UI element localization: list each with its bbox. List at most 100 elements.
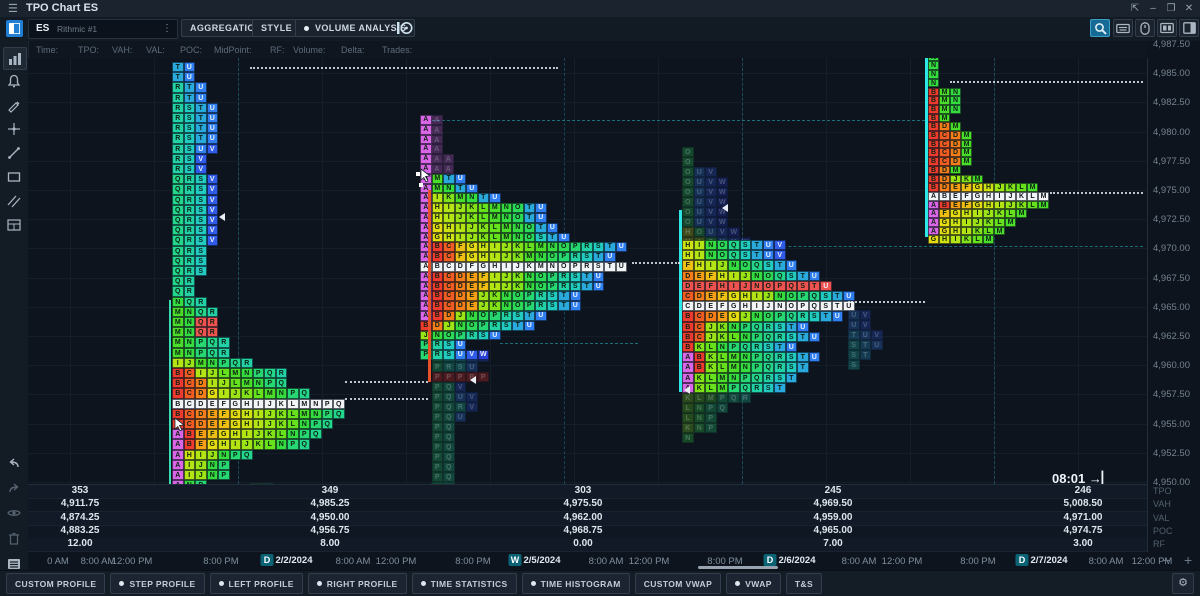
settings-gear-icon[interactable]: ⚙	[1172, 573, 1194, 594]
tpo-cell: K	[694, 373, 706, 383]
replay-icon[interactable]	[1157, 19, 1177, 37]
tpo-cell: D	[705, 311, 717, 321]
menu-icon[interactable]: ☰	[8, 2, 18, 15]
ghost-tpo-cell: V	[871, 330, 883, 340]
tpo-cell: J	[264, 419, 276, 429]
tpo-cell: J	[195, 460, 207, 470]
right-panel-icon[interactable]	[1179, 19, 1199, 37]
tpo-cell: S	[195, 195, 207, 205]
time-statistics-button[interactable]: TIME STATISTICS	[412, 573, 517, 594]
go-to-realtime-icon[interactable]: →▏	[1085, 471, 1112, 484]
style-button[interactable]: STYLE	[252, 19, 301, 37]
eye-icon[interactable]	[3, 503, 25, 524]
custom-vwap-button[interactable]: CUSTOM VWAP	[635, 573, 721, 594]
tpo-cell: A	[420, 144, 432, 154]
redo-icon[interactable]	[3, 478, 25, 499]
tpo-cell: Q	[172, 256, 184, 266]
panel-layout-icon[interactable]	[6, 20, 23, 37]
tpo-poc-cell: L	[1027, 192, 1038, 201]
tpo-cell: M	[195, 358, 207, 368]
tpo-cell: E	[466, 272, 478, 282]
restore-icon[interactable]: ❐	[1164, 3, 1178, 14]
tpo-cell: Q	[728, 250, 740, 260]
undo-icon[interactable]	[3, 453, 25, 474]
fullscreen-icon[interactable]: ⇱	[1128, 3, 1142, 14]
keyboard-icon[interactable]	[1113, 19, 1133, 37]
price-label: 4,987.50	[1153, 39, 1190, 50]
tpo-cell: U	[535, 213, 547, 223]
tpo-cell: P	[195, 337, 207, 347]
ghost-tpo-cell: Q	[443, 392, 455, 402]
stats-row-label: TPO	[1153, 486, 1172, 496]
tpo-cell: J	[253, 429, 265, 439]
price-axis[interactable]: 4,987.504,985.004,982.504,980.004,977.50…	[1147, 58, 1200, 552]
tpo-cell: U	[207, 123, 219, 133]
minimize-icon[interactable]: –	[1146, 3, 1160, 14]
symbol-selector[interactable]: ES Rithmic #1 ⋮	[28, 19, 178, 39]
time-histogram-button[interactable]: TIME HISTOGRAM	[522, 573, 630, 594]
tpo-cell: M	[961, 131, 972, 140]
draw-icon[interactable]	[3, 95, 25, 116]
trend-line-icon[interactable]	[3, 143, 25, 164]
tpo-cell: K	[972, 227, 983, 236]
ghost-tpo-cell: P	[478, 372, 490, 382]
step-profile-button[interactable]: STEP PROFILE	[110, 573, 204, 594]
trash-icon[interactable]	[3, 528, 25, 549]
right-profile-button[interactable]: RIGHT PROFILE	[308, 573, 407, 594]
tpo-cell: E	[950, 201, 961, 210]
tpo-cell: K	[705, 362, 717, 372]
tpo-cell: V	[195, 154, 207, 164]
left-profile-button[interactable]: LEFT PROFILE	[210, 573, 303, 594]
vwap-button[interactable]: VWAP	[726, 573, 781, 594]
tpo-cell: N	[241, 368, 253, 378]
data-table-icon[interactable]	[3, 215, 25, 236]
magnifier-icon[interactable]	[1090, 19, 1110, 37]
tpo-cell: N	[501, 301, 513, 311]
zoom-out-button[interactable]: −	[1162, 552, 1170, 568]
rectangle-icon[interactable]	[3, 167, 25, 188]
tpo-cell: B	[928, 175, 939, 184]
profile-period-icon[interactable]	[396, 21, 414, 40]
tpo-cell: H	[682, 240, 694, 250]
close-icon[interactable]: ✕	[1182, 3, 1196, 14]
horizontal-scrollbar[interactable]	[698, 566, 778, 569]
tpo-cell: N	[184, 327, 196, 337]
tpo-cell: D	[455, 291, 467, 301]
chart-icon[interactable]	[3, 47, 27, 70]
tpo-cell: H	[241, 419, 253, 429]
tpo-cell: L	[717, 362, 729, 372]
tpo-cell: M	[728, 352, 740, 362]
tpo-poc-cell: P	[797, 301, 809, 311]
tpo-cell: Q	[207, 337, 219, 347]
channel-icon[interactable]	[3, 191, 25, 212]
more-options-icon[interactable]: ⋮	[162, 23, 172, 34]
alert-bell-icon[interactable]	[3, 71, 25, 92]
tpo-cell: N	[547, 242, 559, 252]
tpo-cell: S	[786, 271, 798, 281]
tpo-cell: J	[207, 450, 219, 460]
tpo-cell: G	[728, 311, 740, 321]
mouse-icon[interactable]	[1135, 19, 1155, 37]
chart-canvas[interactable]: AAAAAAAAAAAPRSUVPRSUPPPPPPQVPQUVPQRVPQUP…	[28, 58, 1147, 484]
custom-profile-button[interactable]: CUSTOM PROFILE	[6, 573, 105, 594]
zoom-in-button[interactable]: +	[1184, 552, 1192, 568]
ghost-tpo-cell: Q	[443, 462, 455, 472]
tpo-cell: J	[443, 321, 455, 331]
t-s-button[interactable]: T&S	[786, 573, 822, 594]
ghost-tpo-cell: Q	[443, 422, 455, 432]
price-label: 4,957.50	[1153, 389, 1190, 400]
tpo-cell: D	[432, 321, 444, 331]
tpo-poc-cell: I	[994, 192, 1005, 201]
crosshair-icon[interactable]	[3, 119, 25, 140]
tpo-cell: B	[172, 368, 184, 378]
period-chip: D	[261, 554, 274, 566]
ghost-tpo-cell: P	[432, 392, 444, 402]
tpo-cell: D	[939, 122, 950, 131]
tpo-poc-cell: C	[184, 399, 196, 409]
tpo-poc-cell: B	[939, 192, 950, 201]
tpo-cell: N	[455, 321, 467, 331]
time-axis[interactable]: 0 AM8:00 AM12:00 PM8:00 PMD2/2/20248:00 …	[28, 552, 1147, 570]
tpo-cell: B	[184, 439, 196, 449]
tpo-poc-cell: J	[763, 301, 775, 311]
tpo-cell: Q	[172, 195, 184, 205]
